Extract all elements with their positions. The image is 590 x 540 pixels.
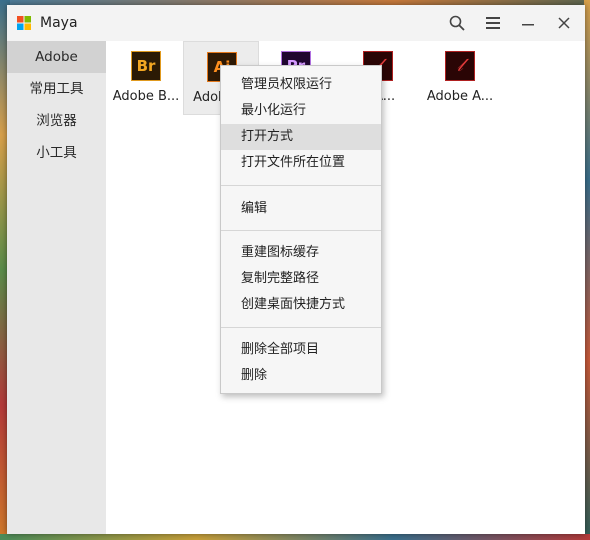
sidebar-item-browsers[interactable]: 浏览器 <box>7 105 106 137</box>
close-button[interactable] <box>551 11 577 35</box>
menu-separator <box>221 327 381 328</box>
acrobat-app-icon: 𝓁 <box>445 51 475 81</box>
sidebar-item-small-tools[interactable]: 小工具 <box>7 137 106 169</box>
sidebar-item-adobe[interactable]: Adobe <box>7 41 106 73</box>
menu-separator <box>221 230 381 231</box>
search-button[interactable] <box>444 11 470 35</box>
menu-item-create-desktop-shortcut[interactable]: 创建桌面快捷方式 <box>221 292 381 318</box>
app-tile[interactable]: 𝓁 Adobe A... <box>422 41 498 115</box>
menu-item-open-with[interactable]: 打开方式 <box>221 124 381 150</box>
windows-logo-icon <box>17 16 31 30</box>
hamburger-menu-icon <box>486 17 500 29</box>
minimize-icon <box>522 24 534 26</box>
menu-item-edit[interactable]: 编辑 <box>221 196 381 222</box>
app-tile-label: Adobe A... <box>426 89 494 104</box>
menu-item-delete[interactable]: 删除 <box>221 363 381 389</box>
menu-separator <box>221 185 381 186</box>
sidebar-item-common-tools[interactable]: 常用工具 <box>7 73 106 105</box>
menu-item-run-minimized[interactable]: 最小化运行 <box>221 98 381 124</box>
search-icon <box>449 15 465 31</box>
menu-item-copy-full-path[interactable]: 复制完整路径 <box>221 266 381 292</box>
app-tile[interactable]: Br Adobe B... <box>108 41 184 115</box>
menu-item-open-file-location[interactable]: 打开文件所在位置 <box>221 150 381 176</box>
sidebar: Adobe 常用工具 浏览器 小工具 <box>7 41 106 534</box>
window-title: Maya <box>40 15 78 31</box>
menu-item-delete-all[interactable]: 删除全部项目 <box>221 337 381 363</box>
menu-item-run-as-admin[interactable]: 管理员权限运行 <box>221 72 381 98</box>
close-icon <box>558 17 570 29</box>
bridge-app-icon: Br <box>131 51 161 81</box>
menu-item-rebuild-icon-cache[interactable]: 重建图标缓存 <box>221 240 381 266</box>
menu-button[interactable] <box>480 11 506 35</box>
minimize-button[interactable] <box>515 11 541 35</box>
app-tile-label: Adobe B... <box>112 89 180 104</box>
wallpaper-bottom-edge <box>0 534 590 540</box>
title-bar[interactable]: Maya <box>7 5 585 41</box>
context-menu: 管理员权限运行 最小化运行 打开方式 打开文件所在位置 编辑 重建图标缓存 复制… <box>220 65 382 394</box>
